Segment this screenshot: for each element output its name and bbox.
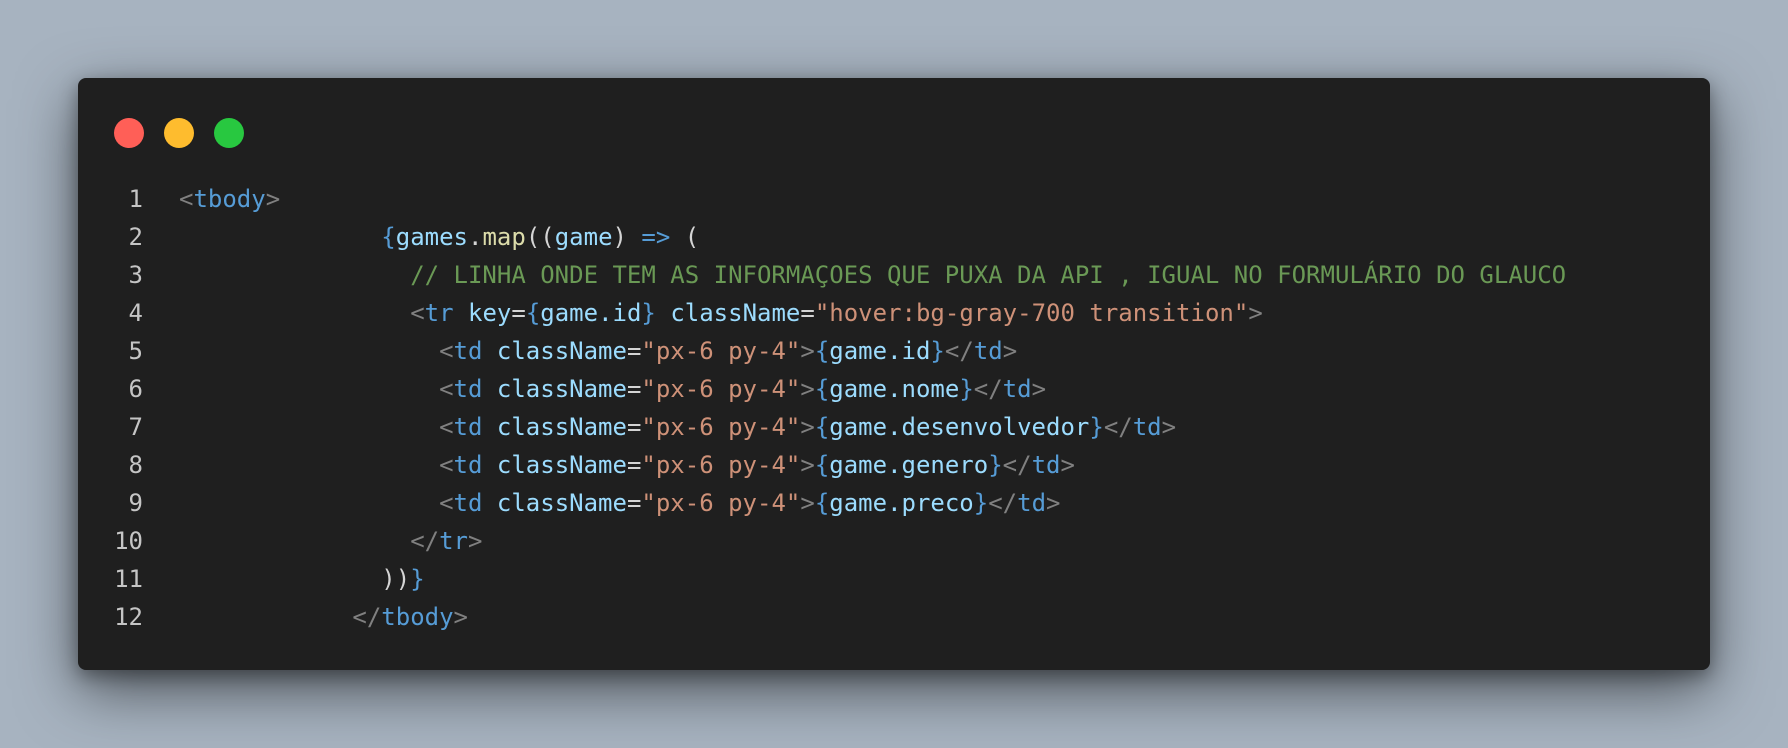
code-line: 8 <td className="px-6 py-4">{game.genero… — [78, 446, 1710, 484]
line-number: 8 — [128, 451, 143, 479]
code-line: 6 <td className="px-6 py-4">{game.nome}<… — [78, 370, 1710, 408]
line-content: {games.map((game) => ( — [381, 223, 700, 251]
window-controls — [114, 118, 244, 148]
line-number: 1 — [128, 185, 143, 213]
close-button[interactable] — [114, 118, 144, 148]
code-comment: // LINHA ONDE TEM AS INFORMAÇOES QUE PUX… — [410, 261, 1567, 289]
line-number: 10 — [114, 527, 143, 555]
line-number: 12 — [114, 603, 143, 631]
line-content: <tbody> — [179, 185, 281, 213]
line-number: 5 — [128, 337, 143, 365]
code-line: 5 <td className="px-6 py-4">{game.id}</t… — [78, 332, 1710, 370]
line-content: ))} — [381, 565, 425, 593]
code-line: 4 <tr key={game.id} className="hover:bg-… — [78, 294, 1710, 332]
line-content: <td className="px-6 py-4">{game.desenvol… — [439, 413, 1177, 441]
line-content: <td className="px-6 py-4">{game.id}</td> — [439, 337, 1018, 365]
code-line: 7 <td className="px-6 py-4">{game.desenv… — [78, 408, 1710, 446]
line-content: </tr> — [410, 527, 483, 555]
code-line: 12 </tbody> — [78, 598, 1710, 636]
line-content: </tbody> — [352, 603, 468, 631]
maximize-button[interactable] — [214, 118, 244, 148]
code-line: 1 <tbody> — [78, 180, 1710, 218]
line-number: 11 — [114, 565, 143, 593]
code-line: 10 </tr> — [78, 522, 1710, 560]
line-content: // LINHA ONDE TEM AS INFORMAÇOES QUE PUX… — [143, 256, 1566, 294]
code-line: 11 ))} — [78, 560, 1710, 598]
line-content: <td className="px-6 py-4">{game.preco}</… — [439, 489, 1061, 517]
code-window: 1 <tbody> 2 {games.map((game) => ( 3 // … — [78, 78, 1710, 670]
line-content: <td className="px-6 py-4">{game.genero}<… — [439, 451, 1075, 479]
line-number: 6 — [128, 375, 143, 403]
code-line: 3 // LINHA ONDE TEM AS INFORMAÇOES QUE P… — [78, 256, 1710, 294]
line-number: 3 — [128, 261, 143, 289]
line-content: <td className="px-6 py-4">{game.nome}</t… — [439, 375, 1047, 403]
code-line: 9 <td className="px-6 py-4">{game.preco}… — [78, 484, 1710, 522]
line-number: 7 — [128, 413, 143, 441]
minimize-button[interactable] — [164, 118, 194, 148]
code-block: 1 <tbody> 2 {games.map((game) => ( 3 // … — [78, 180, 1710, 636]
line-number: 2 — [128, 223, 143, 251]
code-line: 2 {games.map((game) => ( — [78, 218, 1710, 256]
line-number: 4 — [128, 299, 143, 327]
line-content: <tr key={game.id} className="hover:bg-gr… — [410, 299, 1263, 327]
line-number: 9 — [128, 489, 143, 517]
